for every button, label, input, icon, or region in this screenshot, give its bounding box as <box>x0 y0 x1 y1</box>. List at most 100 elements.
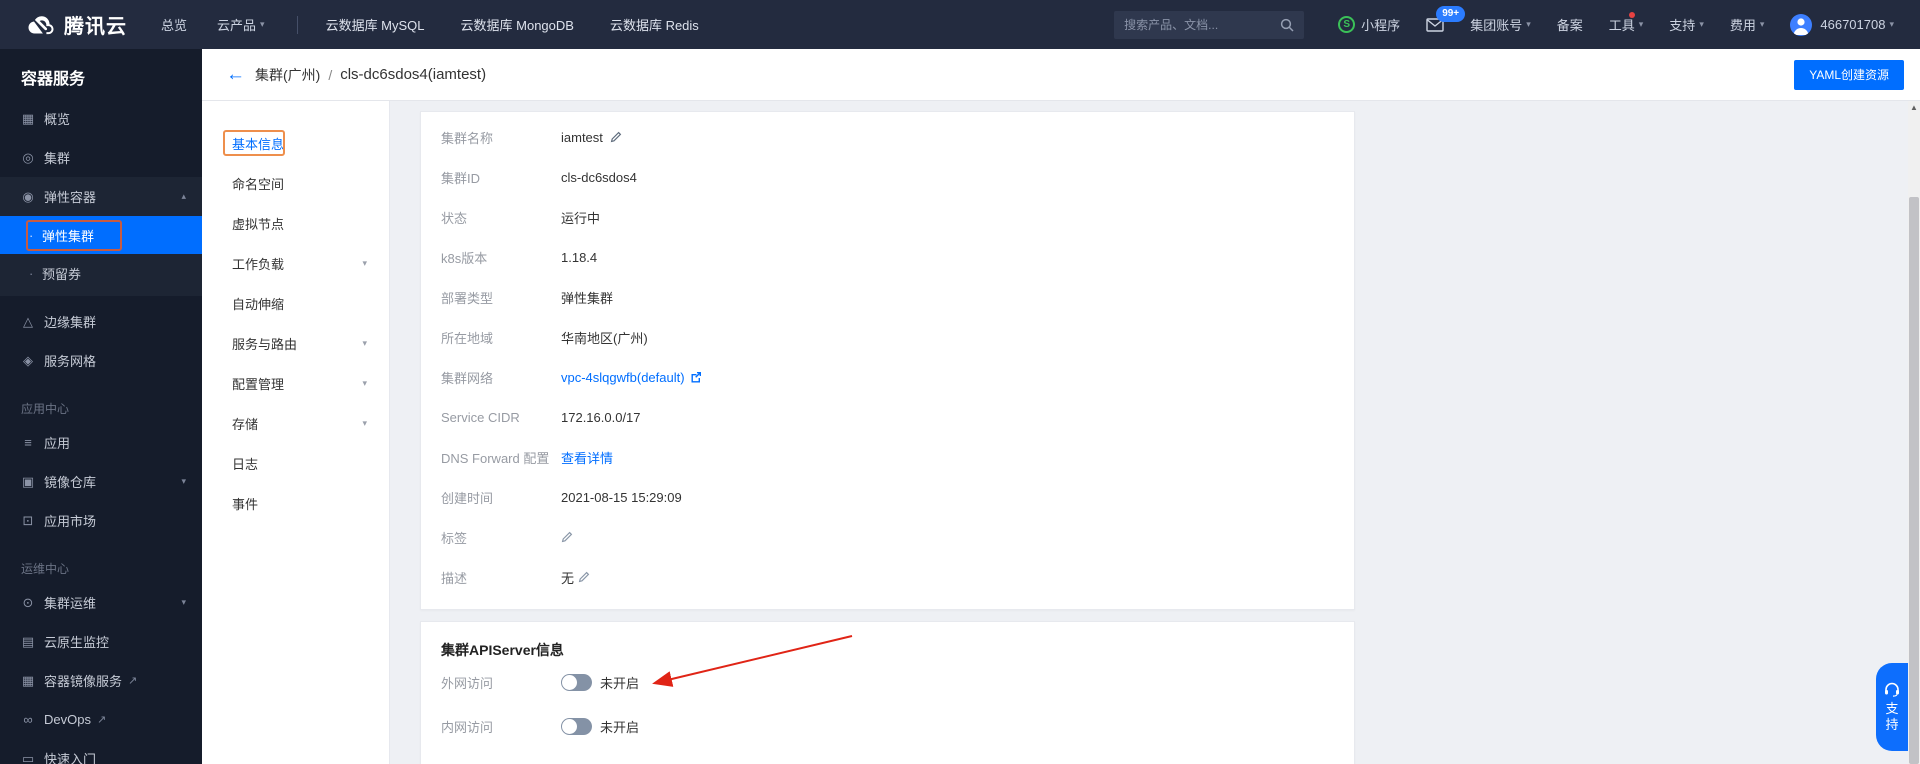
chevron-down-icon: ▾ <box>1699 19 1704 29</box>
k8s-version-value: 1.18.4 <box>561 249 598 265</box>
tab-autoscaling[interactable]: 自动伸缩 <box>202 283 389 323</box>
tab-namespace[interactable]: 命名空间 <box>202 163 389 203</box>
devops-icon: ∞ <box>23 712 33 727</box>
tab-service-route[interactable]: 服务与路由 ▾ <box>202 323 389 363</box>
cluster-name-value: iamtest <box>561 129 603 145</box>
toggle-knob <box>562 718 577 734</box>
info-row-description: 描述 无 <box>441 557 1334 597</box>
description-value: 无 <box>561 570 575 586</box>
chevron-down-icon: ▾ <box>1638 19 1644 29</box>
public-access-toggle[interactable] <box>561 673 592 691</box>
scrollbar-thumb[interactable] <box>1909 197 1919 764</box>
status-value: 运行中 <box>561 210 601 226</box>
nav-product-mysql[interactable]: 云数据库 MySQL <box>326 15 425 34</box>
sidebar-group-elastic-container: ◉ 弹性容器 ▴ · 弹性集群 · 预留券 <box>0 177 202 296</box>
private-access-toggle[interactable] <box>561 717 592 735</box>
service-mesh-icon: ◈ <box>23 352 33 368</box>
sidebar: 容器服务 ▦ 概览 ◎ 集群 ◉ 弹性容器 ▴ · 弹性集群 · 预留券 △ 边… <box>0 49 202 764</box>
sidebar-item-app-market[interactable]: ⊡ 应用市场 <box>0 501 202 540</box>
sidebar-item-quickstart[interactable]: ▭ 快速入门 <box>0 739 202 764</box>
search-icon[interactable] <box>1280 18 1294 32</box>
nav-miniprogram[interactable]: S 小程序 <box>1338 15 1400 34</box>
elastic-container-icon: ◉ <box>22 188 34 204</box>
headset-icon <box>1885 682 1899 697</box>
tab-storage[interactable]: 存储 ▾ <box>202 403 389 443</box>
nav-messages[interactable]: 99+ <box>1426 5 1466 32</box>
edit-pencil-icon[interactable] <box>610 131 622 143</box>
user-account-menu[interactable]: 466701708 ▾ <box>1790 13 1894 36</box>
chevron-down-icon: ▾ <box>260 19 265 29</box>
info-row-cluster-id: 集群ID cls-dc6sdos4 <box>441 169 637 186</box>
breadcrumb-cluster-list[interactable]: 集群(广州) <box>255 65 320 85</box>
yaml-create-button[interactable]: YAML创建资源 <box>1794 59 1904 90</box>
tab-logs[interactable]: 日志 <box>202 443 389 483</box>
nav-group-account[interactable]: 集团账号 ▾ <box>1470 15 1531 34</box>
nav-products-menu[interactable]: 云产品 ▾ <box>217 15 265 34</box>
sidebar-item-edge-cluster[interactable]: △ 边缘集群 <box>0 302 202 341</box>
chevron-down-icon: ▾ <box>362 337 367 348</box>
scrollbar-up-arrow[interactable]: ▲ <box>1908 103 1920 112</box>
private-access-state: 未开启 <box>600 719 640 735</box>
sidebar-item-cluster-ops[interactable]: ⊙ 集群运维 ▾ <box>0 583 202 622</box>
overview-icon: ▦ <box>21 110 35 126</box>
sidebar-item-native-monitor[interactable]: ▤ 云原生监控 <box>0 622 202 661</box>
external-link-icon[interactable] <box>690 371 702 383</box>
nav-beian[interactable]: 备案 <box>1557 15 1583 34</box>
nav-product-mongodb[interactable]: 云数据库 MongoDB <box>461 15 574 34</box>
cluster-id-value: cls-dc6sdos4 <box>561 169 637 185</box>
avatar <box>1790 13 1813 36</box>
tab-workload[interactable]: 工作负载 ▾ <box>202 243 389 283</box>
native-monitor-icon: ▤ <box>21 633 35 649</box>
tab-config-management[interactable]: 配置管理 ▾ <box>202 363 389 403</box>
service-cidr-value: 172.16.0.0/17 <box>561 409 641 425</box>
sidebar-item-elastic-container[interactable]: ◉ 弹性容器 ▴ <box>0 177 202 216</box>
back-arrow-icon[interactable]: ← <box>226 65 245 84</box>
sidebar-item-elastic-cluster[interactable]: · 弹性集群 <box>0 216 202 254</box>
message-count-badge: 99+ <box>1436 5 1466 22</box>
cloud-logo-icon <box>28 15 54 34</box>
tab-basic-info[interactable]: 基本信息 <box>202 123 389 163</box>
vpc-link[interactable]: vpc-4slqgwfb(default) <box>561 370 685 385</box>
info-row-cluster-network: 集群网络 vpc-4slqgwfb(default) <box>441 357 1334 397</box>
info-row-cluster-name: 集群名称 iamtest <box>441 117 1334 157</box>
breadcrumb-cluster-id: cls-dc6sdos4(iamtest) <box>340 66 487 83</box>
top-nav-right: S 小程序 99+ 集团账号▾ 备案 工具▾ 支持▾ 费用▾ <box>1114 5 1920 39</box>
sidebar-title: 容器服务 <box>21 71 86 88</box>
sidebar-item-overview[interactable]: ▦ 概览 <box>0 99 202 138</box>
tab-events[interactable]: 事件 <box>202 483 389 523</box>
sidebar-item-app[interactable]: ≡ 应用 <box>0 423 202 462</box>
edit-pencil-icon[interactable] <box>578 571 590 583</box>
support-fab-button[interactable]: 支持 <box>1876 663 1908 751</box>
sidebar-item-devops[interactable]: ∞ DevOps ↗ <box>0 700 202 739</box>
tencent-cloud-logo[interactable]: 腾讯云 <box>26 10 127 39</box>
nav-support[interactable]: 支持 ▾ <box>1669 15 1704 34</box>
search-box[interactable] <box>1114 10 1305 39</box>
nav-product-redis[interactable]: 云数据库 Redis <box>610 15 699 34</box>
user-icon <box>1793 17 1809 35</box>
info-row-create-time: 创建时间 2021-08-15 15:29:09 <box>441 489 682 506</box>
page-scrollbar: ▲ <box>1908 101 1920 764</box>
edit-pencil-icon[interactable] <box>561 531 573 543</box>
nav-billing[interactable]: 费用 ▾ <box>1730 15 1765 34</box>
external-link-icon: ↗ <box>128 675 138 687</box>
dns-detail-link[interactable]: 查看详情 <box>561 448 613 467</box>
nav-tools[interactable]: 工具 ▾ <box>1609 12 1644 34</box>
apiserver-row-public-access: 外网访问 未开启 <box>441 660 1334 704</box>
search-input[interactable] <box>1124 17 1281 32</box>
info-row-service-cidr: Service CIDR 172.16.0.0/17 <box>441 409 641 425</box>
info-row-deploy-type: 部署类型 弹性集群 <box>441 277 1334 317</box>
image-registry-icon: ▣ <box>21 473 35 489</box>
app-market-icon: ⊡ <box>22 512 34 528</box>
sidebar-item-cluster[interactable]: ◎ 集群 <box>0 138 202 177</box>
top-nav: 腾讯云 总览 云产品 ▾ 云数据库 MySQL 云数据库 MongoDB 云数据库… <box>0 0 1920 49</box>
tab-virtual-node[interactable]: 虚拟节点 <box>202 203 389 243</box>
sidebar-item-container-registry[interactable]: ▦ 容器镜像服务 ↗ <box>0 661 202 700</box>
sidebar-item-image-registry[interactable]: ▣ 镜像仓库 ▾ <box>0 462 202 501</box>
nav-divider <box>296 15 298 34</box>
chevron-down-icon: ▾ <box>362 417 367 428</box>
sidebar-item-service-mesh[interactable]: ◈ 服务网格 <box>0 341 202 380</box>
sidebar-item-reserved-coupon[interactable]: · 预留券 <box>0 254 202 292</box>
chevron-down-icon: ▾ <box>1526 19 1531 29</box>
nav-overview[interactable]: 总览 <box>161 15 187 34</box>
user-id: 466701708 <box>1820 17 1886 32</box>
